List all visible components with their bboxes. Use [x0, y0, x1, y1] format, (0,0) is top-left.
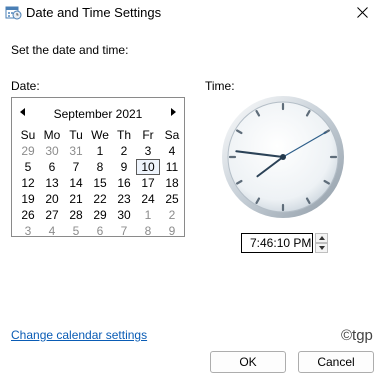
left-arrow-icon [20, 108, 25, 116]
close-button[interactable] [341, 0, 385, 26]
calendar-day[interactable]: 4 [160, 143, 184, 159]
calendar-day[interactable]: 17 [136, 175, 160, 191]
calendar-day[interactable]: 7 [112, 223, 136, 239]
weekday-header: Sa [164, 128, 180, 142]
calendar-day[interactable]: 31 [64, 143, 88, 159]
weekday-header: Mo [43, 128, 61, 142]
instruction-text: Set the date and time: [11, 43, 129, 57]
analog-clock [222, 96, 344, 218]
weekday-header: We [91, 128, 109, 142]
weekday-header: Th [116, 128, 131, 142]
calendar-day[interactable]: 7 [64, 159, 88, 175]
ok-button[interactable]: OK [210, 351, 286, 373]
calendar-day[interactable]: 6 [40, 159, 64, 175]
calendar-day[interactable]: 1 [136, 207, 160, 223]
calendar-day[interactable]: 29 [16, 143, 40, 159]
calendar-clock-icon [4, 3, 22, 21]
calendar-day[interactable]: 14 [64, 175, 88, 191]
calendar-day[interactable]: 19 [16, 191, 40, 207]
right-arrow-icon [171, 108, 176, 116]
calendar-grid: Su Mo Tu We Th Fr Sa 29 30 31 1 2 3 4 5 6 7 8 9 10 11 12 13 14 1… [16, 127, 182, 239]
calendar-month-year[interactable]: September 2021 [32, 107, 164, 121]
up-arrow-icon [319, 236, 325, 240]
weekday-header: Tu [69, 128, 83, 142]
calendar-day[interactable]: 26 [16, 207, 40, 223]
calendar-day[interactable]: 15 [88, 175, 112, 191]
cancel-button[interactable]: Cancel [298, 351, 374, 373]
calendar-day[interactable]: 8 [136, 223, 160, 239]
calendar-day[interactable]: 30 [40, 143, 64, 159]
calendar-day[interactable]: 25 [160, 191, 184, 207]
time-spinner [315, 233, 328, 253]
calendar-day[interactable]: 1 [88, 143, 112, 159]
clock-center-pin [280, 154, 286, 160]
calendar-day[interactable]: 2 [112, 143, 136, 159]
weekday-header: Fr [142, 128, 154, 142]
calendar-day[interactable]: 9 [112, 159, 136, 175]
time-increment-button[interactable] [315, 233, 328, 243]
calendar-day[interactable]: 29 [88, 207, 112, 223]
calendar-day[interactable]: 30 [112, 207, 136, 223]
change-calendar-settings-link[interactable]: Change calendar settings [11, 328, 147, 342]
calendar-day[interactable]: 24 [136, 191, 160, 207]
date-label: Date: [11, 79, 40, 93]
calendar-day[interactable]: 5 [16, 159, 40, 175]
weekday-header: Su [20, 128, 36, 142]
close-icon [357, 7, 368, 18]
watermark: ©tgp [341, 327, 373, 344]
time-input[interactable]: 7:46:10 PM [241, 233, 313, 253]
calendar-day[interactable]: 22 [88, 191, 112, 207]
calendar-day[interactable]: 4 [40, 223, 64, 239]
calendar-day[interactable]: 28 [64, 207, 88, 223]
calendar-day[interactable]: 11 [160, 159, 184, 175]
calendar-day[interactable]: 20 [40, 191, 64, 207]
next-month-button[interactable] [167, 105, 179, 119]
previous-month-button[interactable] [17, 105, 29, 119]
time-label: Time: [205, 79, 235, 93]
calendar-day[interactable]: 10 [136, 159, 160, 175]
calendar-day[interactable]: 6 [88, 223, 112, 239]
calendar-day[interactable]: 9 [160, 223, 184, 239]
calendar-day[interactable]: 12 [16, 175, 40, 191]
calendar-day[interactable]: 16 [112, 175, 136, 191]
calendar-day[interactable]: 21 [64, 191, 88, 207]
calendar-day[interactable]: 3 [16, 223, 40, 239]
time-decrement-button[interactable] [315, 243, 328, 253]
calendar-day[interactable]: 18 [160, 175, 184, 191]
title-bar: Date and Time Settings [0, 0, 385, 26]
down-arrow-icon [319, 246, 325, 250]
calendar-day[interactable]: 23 [112, 191, 136, 207]
window-title: Date and Time Settings [26, 5, 162, 20]
calendar-day[interactable]: 2 [160, 207, 184, 223]
calendar-day[interactable]: 27 [40, 207, 64, 223]
calendar-day[interactable]: 5 [64, 223, 88, 239]
calendar-day[interactable]: 8 [88, 159, 112, 175]
calendar: September 2021 Su Mo Tu We Th Fr Sa 29 30 31 1 2 3 4 5… [11, 97, 185, 239]
calendar-day[interactable]: 3 [136, 143, 160, 159]
calendar-day[interactable]: 13 [40, 175, 64, 191]
